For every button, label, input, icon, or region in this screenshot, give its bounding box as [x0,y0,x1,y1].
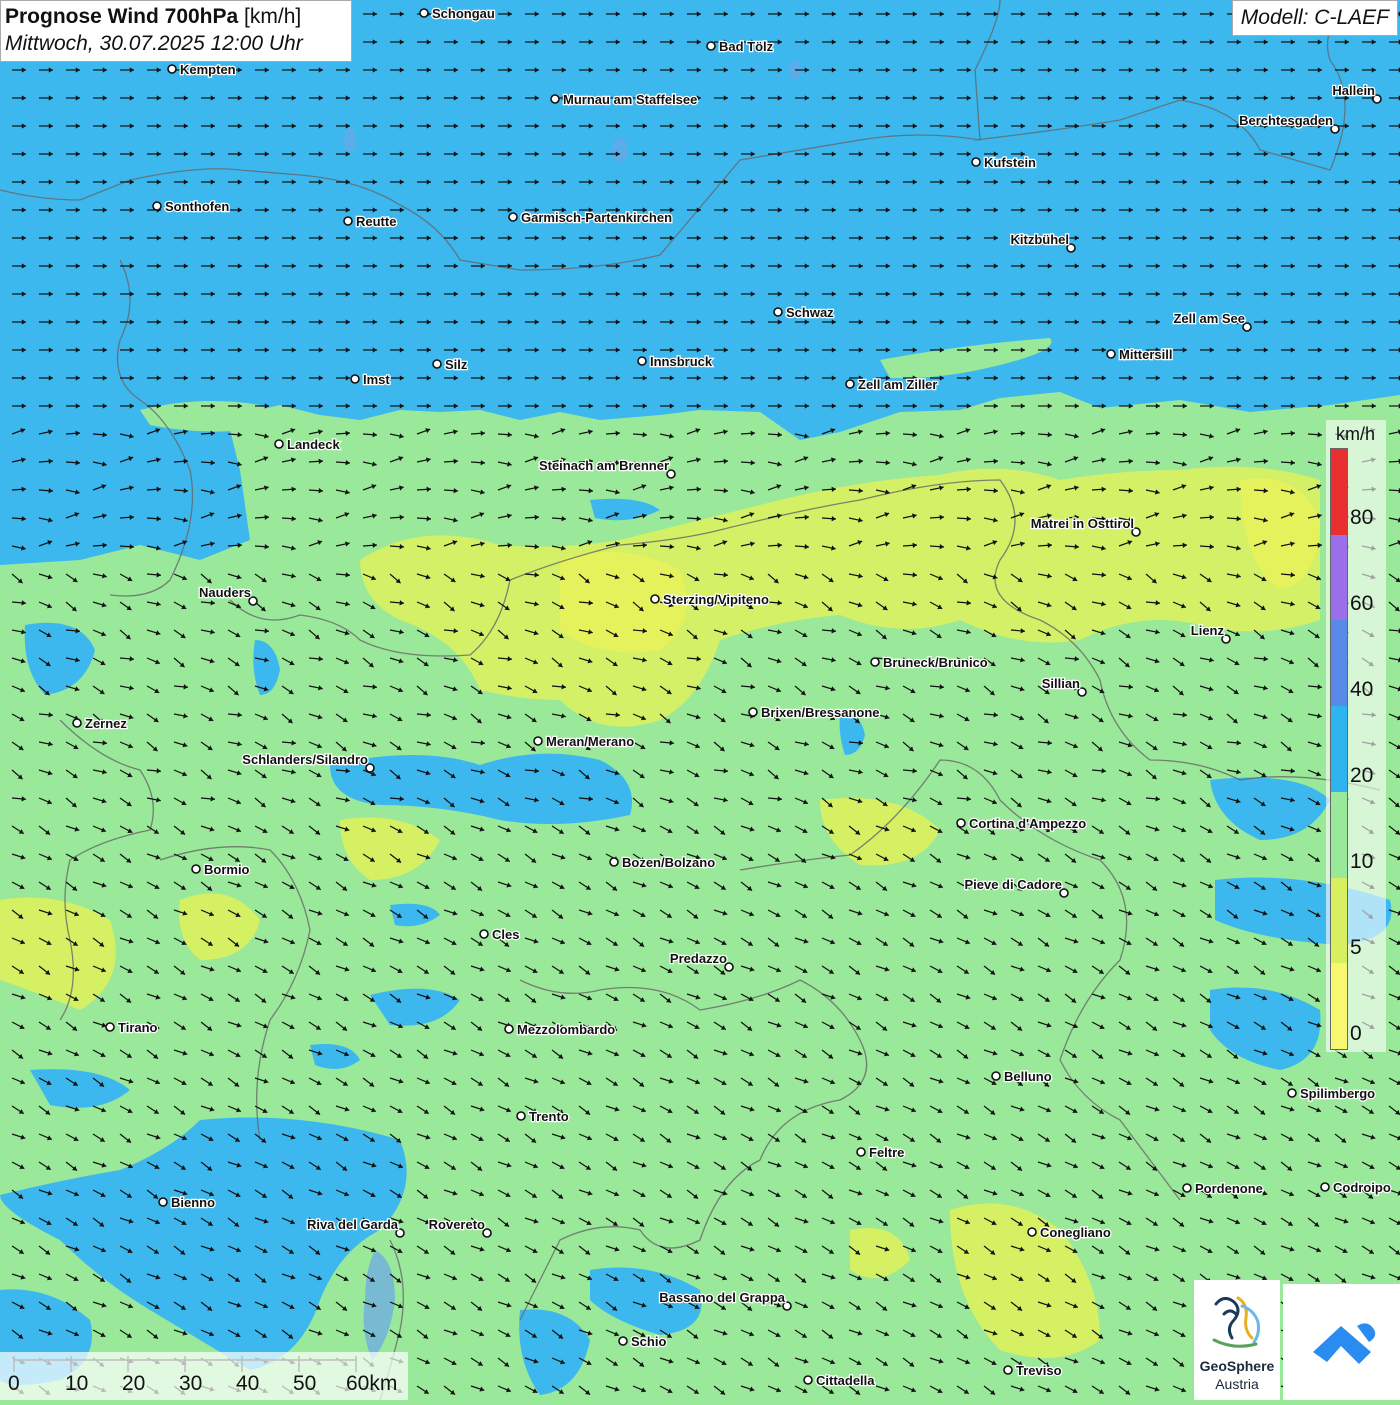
wind-map: SchongauBad TölzKemptenMurnau am Staffel… [0,0,1400,1400]
